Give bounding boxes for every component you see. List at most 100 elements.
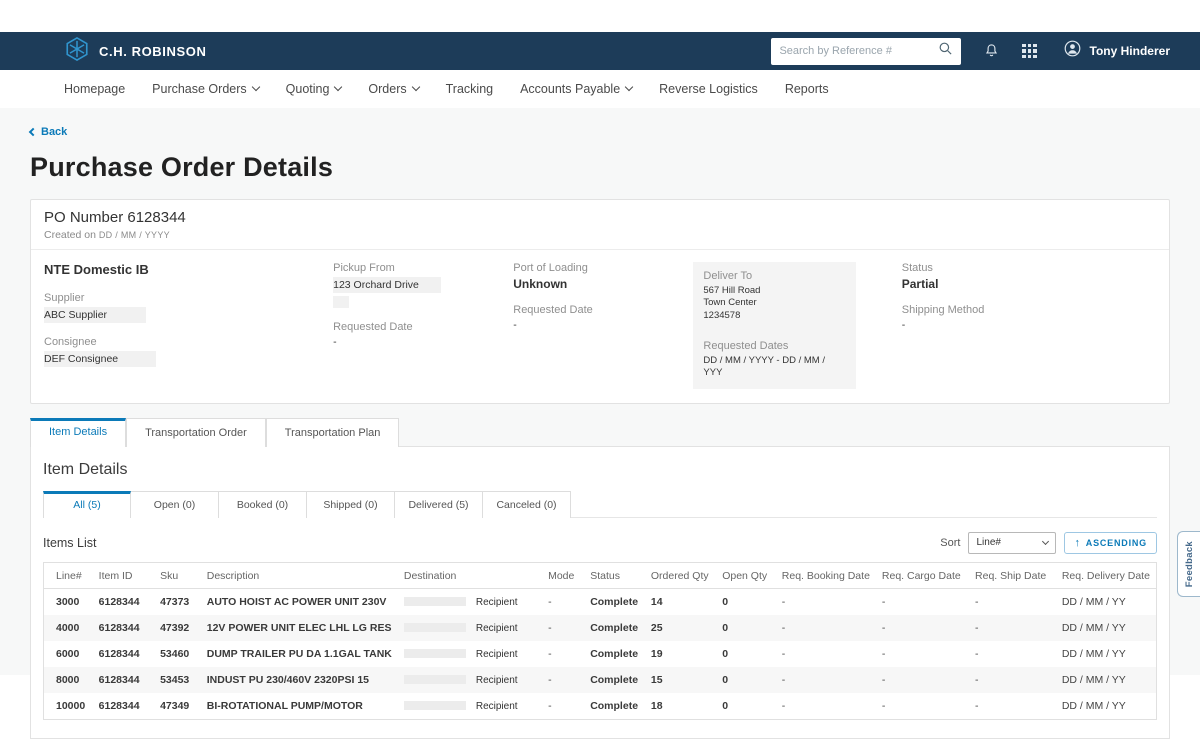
nav-item-quoting[interactable]: Quoting	[286, 82, 342, 96]
chevron-down-icon	[334, 83, 342, 91]
destination-placeholder	[404, 701, 466, 710]
item-details-heading: Item Details	[43, 461, 1157, 479]
table-cell: -	[776, 615, 876, 641]
destination-cell: Recipient	[398, 693, 542, 720]
table-cell: 0	[716, 588, 776, 615]
port-requested-date-label: Requested Date	[513, 304, 693, 316]
table-row[interactable]: 400061283444739212V POWER UNIT ELEC LHL …	[44, 615, 1157, 641]
sort-label: Sort	[940, 537, 960, 549]
column-header-description: Description	[201, 562, 398, 588]
nav-item-purchase-orders[interactable]: Purchase Orders	[152, 82, 258, 96]
search-icon[interactable]	[938, 41, 953, 61]
nav-item-orders[interactable]: Orders	[368, 82, 418, 96]
table-cell: 0	[716, 693, 776, 720]
brand-name: C.H. ROBINSON	[99, 44, 206, 59]
items-table: Line#Item IDSkuDescriptionDestinationMod…	[43, 562, 1157, 720]
chevron-down-icon	[411, 83, 419, 91]
table-row[interactable]: 8000612834453453INDUST PU 230/460V 2320P…	[44, 667, 1157, 693]
port-column: Port of Loading Unknown Requested Date -	[513, 262, 693, 389]
brand-hexagon-icon	[64, 36, 90, 67]
column-header-ordered-qty: Ordered Qty	[645, 562, 716, 588]
table-row[interactable]: 3000612834447373AUTO HOIST AC POWER UNIT…	[44, 588, 1157, 615]
nav-item-reports[interactable]: Reports	[785, 82, 829, 96]
subtab-open-0[interactable]: Open (0)	[131, 491, 219, 518]
shipping-method-label: Shipping Method	[902, 304, 1156, 316]
feedback-button[interactable]: Feedback	[1177, 531, 1200, 597]
table-cell: 4000	[44, 615, 93, 641]
sort-dropdown[interactable]: Line#	[968, 532, 1056, 554]
table-cell: 6128344	[93, 667, 154, 693]
table-cell: DD / MM / YY	[1056, 588, 1157, 615]
items-table-body: 3000612834447373AUTO HOIST AC POWER UNIT…	[44, 588, 1157, 719]
user-menu[interactable]: Tony Hinderer	[1063, 39, 1170, 63]
table-cell: Complete	[584, 615, 645, 641]
tab-item-details[interactable]: Item Details	[30, 418, 126, 447]
browser-top-strip	[0, 0, 1200, 32]
table-cell: -	[969, 615, 1056, 641]
column-header-req-delivery-date: Req. Delivery Date	[1056, 562, 1157, 588]
subtab-booked-0[interactable]: Booked (0)	[219, 491, 307, 518]
table-cell: 18	[645, 693, 716, 720]
po-created-value: DD / MM / YYYY	[99, 230, 170, 240]
supplier-column: NTE Domestic IB Supplier ABC Supplier Co…	[44, 262, 333, 389]
table-cell: -	[542, 667, 584, 693]
brand-logo[interactable]: C.H. ROBINSON	[64, 36, 206, 67]
consignee-value: DEF Consignee	[44, 351, 156, 367]
destination-placeholder	[404, 649, 466, 658]
table-cell: -	[969, 667, 1056, 693]
nav-item-accounts-payable[interactable]: Accounts Payable	[520, 82, 632, 96]
table-cell: -	[876, 693, 969, 720]
destination-placeholder	[404, 623, 466, 632]
status-column: Status Partial Shipping Method -	[876, 262, 1156, 389]
requested-dates-value: DD / MM / YYYY - DD / MM / YYY	[703, 355, 845, 380]
table-cell: 47349	[154, 693, 201, 720]
subtab-canceled-0[interactable]: Canceled (0)	[483, 491, 571, 518]
po-created-on: Created on DD / MM / YYYY	[44, 229, 1156, 241]
column-header-req-ship-date: Req. Ship Date	[969, 562, 1056, 588]
subtab-shipped-0[interactable]: Shipped (0)	[307, 491, 395, 518]
table-cell: -	[969, 641, 1056, 667]
table-cell: DD / MM / YY	[1056, 667, 1157, 693]
table-cell: -	[876, 588, 969, 615]
table-row[interactable]: 10000612834447349BI-ROTATIONAL PUMP/MOTO…	[44, 693, 1157, 720]
table-cell: -	[969, 693, 1056, 720]
main-tabs: Item DetailsTransportation OrderTranspor…	[30, 418, 1170, 446]
tab-transportation-order[interactable]: Transportation Order	[126, 418, 266, 447]
deliver-column: Deliver To 567 Hill RoadTown Center12345…	[693, 262, 875, 389]
subtab-all-5[interactable]: All (5)	[43, 491, 131, 518]
page-title: Purchase Order Details	[30, 152, 1170, 183]
table-cell: 53453	[154, 667, 201, 693]
table-cell: Complete	[584, 588, 645, 615]
nav-item-reverse-logistics[interactable]: Reverse Logistics	[659, 82, 758, 96]
sort-direction-button[interactable]: ↑ ASCENDING	[1064, 532, 1157, 554]
item-details-card: Item Details All (5)Open (0)Booked (0)Sh…	[30, 446, 1170, 739]
apps-grid-icon[interactable]	[1022, 44, 1036, 58]
column-header-destination: Destination	[398, 562, 542, 588]
table-cell: 3000	[44, 588, 93, 615]
sort-selected-value: Line#	[976, 537, 1037, 548]
column-header-req-cargo-date: Req. Cargo Date	[876, 562, 969, 588]
table-cell: 8000	[44, 667, 93, 693]
table-cell: DD / MM / YY	[1056, 693, 1157, 720]
table-row[interactable]: 6000612834453460DUMP TRAILER PU DA 1.1GA…	[44, 641, 1157, 667]
reference-search[interactable]	[771, 38, 961, 65]
subtab-delivered-5[interactable]: Delivered (5)	[395, 491, 483, 518]
notifications-bell-icon[interactable]	[983, 42, 1000, 60]
destination-cell: Recipient	[398, 588, 542, 615]
back-link[interactable]: Back	[30, 126, 67, 138]
table-cell: 0	[716, 667, 776, 693]
tab-transportation-plan[interactable]: Transportation Plan	[266, 418, 400, 447]
nav-item-tracking[interactable]: Tracking	[446, 82, 493, 96]
column-header-item-id: Item ID	[93, 562, 154, 588]
consignee-label: Consignee	[44, 336, 333, 348]
table-cell: 47373	[154, 588, 201, 615]
po-summary-card: PO Number 6128344 Created on DD / MM / Y…	[30, 199, 1170, 404]
pickup-address-placeholder	[333, 296, 349, 308]
search-input[interactable]	[779, 45, 932, 57]
user-avatar-icon	[1063, 39, 1082, 63]
back-chevron-icon	[29, 128, 37, 136]
table-cell: -	[776, 667, 876, 693]
nav-item-homepage[interactable]: Homepage	[64, 82, 125, 96]
table-cell: 12V POWER UNIT ELEC LHL LG RES	[201, 615, 398, 641]
table-cell: 6128344	[93, 693, 154, 720]
